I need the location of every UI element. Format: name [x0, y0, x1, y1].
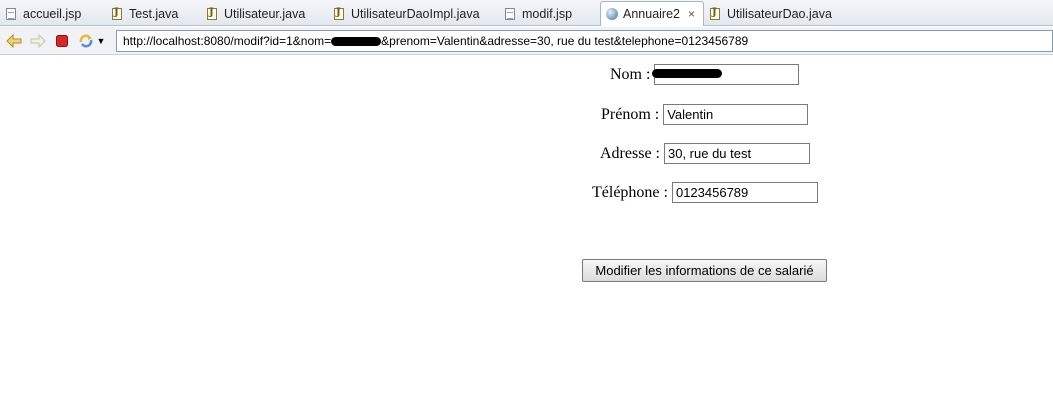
tab-accueil-jsp[interactable]: accueil.jsp — [6, 2, 81, 25]
java-file-icon — [710, 7, 720, 20]
tab-label: UtilisateurDaoImpl.java — [351, 6, 480, 21]
tab-label: Test.java — [129, 6, 179, 21]
url-field[interactable]: http://localhost:8080/modif?id=1&nom= &pr… — [116, 30, 1053, 52]
close-icon[interactable]: × — [688, 7, 695, 21]
globe-icon — [606, 8, 618, 20]
java-file-icon — [112, 7, 122, 20]
nom-label: Nom : — [610, 65, 651, 83]
telephone-label: Téléphone : — [592, 183, 668, 201]
refresh-icon[interactable] — [78, 33, 94, 49]
prenom-label: Prénom : — [601, 105, 660, 123]
tab-label: Annuaire2 — [623, 7, 680, 21]
tab-label: UtilisateurDao.java — [727, 6, 832, 21]
url-text-start: http://localhost:8080/modif?id=1&nom= — [123, 34, 332, 48]
prenom-row: Prénom : — [601, 104, 809, 125]
forward-arrow-icon[interactable] — [30, 33, 46, 49]
tab-label: modif.jsp — [522, 6, 573, 21]
editor-tab-bar: accueil.jsp Test.java Utilisateur.java U… — [0, 0, 1053, 26]
jsp-file-icon — [6, 7, 16, 20]
back-arrow-icon[interactable] — [6, 33, 22, 49]
prenom-input[interactable] — [663, 104, 809, 125]
modifier-button[interactable]: Modifier les informations de ce salarié — [582, 259, 827, 282]
tab-test-java[interactable]: Test.java — [112, 2, 178, 25]
jsp-file-icon — [505, 7, 515, 20]
adresse-row: Adresse : — [600, 143, 810, 164]
telephone-input[interactable] — [671, 182, 818, 203]
browser-nav-bar: ▼ http://localhost:8080/modif?id=1&nom= &… — [0, 27, 1053, 55]
tab-utilisateur-java[interactable]: Utilisateur.java — [207, 2, 305, 25]
tab-utilisateurdaoimpl-java[interactable]: UtilisateurDaoImpl.java — [334, 2, 480, 25]
dropdown-icon[interactable]: ▼ — [96, 33, 106, 49]
tab-label: accueil.jsp — [23, 6, 82, 21]
java-file-icon — [334, 7, 344, 20]
tab-utilisateurdao-java[interactable]: UtilisateurDao.java — [710, 2, 832, 25]
url-text-end: &prenom=Valentin&adresse=30, rue du test… — [381, 34, 749, 48]
tab-annuaire2[interactable]: Annuaire2 × — [600, 1, 704, 26]
telephone-row: Téléphone : — [592, 182, 818, 203]
tab-modif-jsp[interactable]: modif.jsp — [505, 2, 572, 25]
tab-label: Utilisateur.java — [224, 6, 306, 21]
stop-icon[interactable] — [54, 33, 70, 49]
redacted-scribble — [652, 69, 722, 78]
adresse-label: Adresse : — [600, 144, 660, 162]
redacted-scribble — [331, 37, 382, 47]
adresse-input[interactable] — [663, 143, 810, 164]
java-file-icon — [207, 7, 217, 20]
